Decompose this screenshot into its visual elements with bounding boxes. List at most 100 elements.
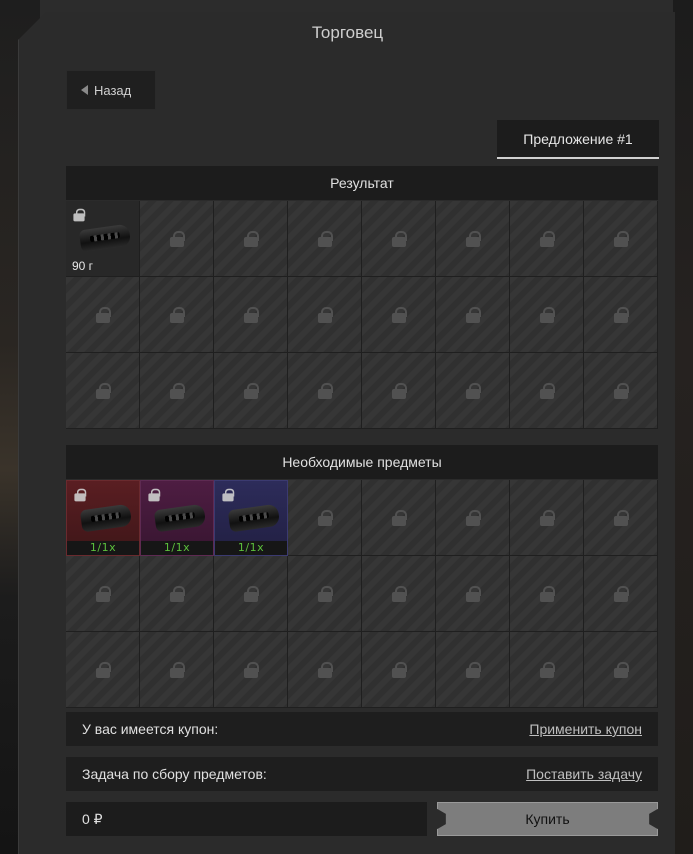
back-button[interactable]: Назад [66, 70, 156, 110]
lock-icon [95, 382, 111, 399]
lock-icon [465, 661, 481, 678]
lock-icon [465, 306, 481, 323]
required-item-slot[interactable]: 1/1x [214, 480, 288, 556]
empty-slot [214, 632, 288, 708]
empty-slot [362, 632, 436, 708]
empty-slot [140, 556, 214, 632]
muzzle-brake-icon [78, 223, 132, 253]
lock-icon [539, 230, 555, 247]
empty-slot [214, 353, 288, 429]
empty-slot [362, 353, 436, 429]
muzzle-brake-icon [227, 503, 281, 533]
lock-icon [243, 661, 259, 678]
lock-icon [539, 509, 555, 526]
item-count: 1/1x [67, 541, 139, 555]
empty-slot [436, 632, 510, 708]
empty-slot [584, 277, 658, 353]
empty-slot [140, 353, 214, 429]
empty-slot [66, 556, 140, 632]
task-label: Задача по сбору предметов: [82, 766, 267, 782]
lock-icon [169, 230, 185, 247]
background-right [673, 0, 693, 854]
lock-icon [613, 585, 629, 602]
result-item-slot[interactable]: 90 г [66, 201, 140, 277]
empty-slot [584, 556, 658, 632]
empty-slot [510, 277, 584, 353]
empty-slot [66, 632, 140, 708]
lock-icon [465, 509, 481, 526]
trader-window: Торговец Назад Предложение #1 Результат … [18, 12, 675, 854]
empty-slot [436, 353, 510, 429]
lock-icon [465, 382, 481, 399]
lock-icon [613, 382, 629, 399]
empty-slot [288, 556, 362, 632]
lock-icon [317, 661, 333, 678]
empty-slot [66, 353, 140, 429]
lock-icon [243, 230, 259, 247]
empty-slot [436, 201, 510, 277]
lock-icon [465, 230, 481, 247]
set-task-link[interactable]: Поставить задачу [526, 766, 642, 782]
lock-icon [169, 585, 185, 602]
empty-slot [510, 632, 584, 708]
lock-icon [391, 382, 407, 399]
lock-icon [539, 306, 555, 323]
item-count: 1/1x [215, 541, 287, 555]
empty-slot [362, 201, 436, 277]
item-count: 1/1x [141, 541, 213, 555]
empty-slot [66, 277, 140, 353]
required-item-slot[interactable]: 1/1x [140, 480, 214, 556]
total-price: 0 ₽ [66, 802, 427, 836]
empty-slot [140, 632, 214, 708]
empty-slot [584, 353, 658, 429]
result-grid: 90 г [66, 201, 658, 429]
lock-icon [539, 382, 555, 399]
muzzle-brake-icon [79, 503, 133, 533]
empty-slot [288, 201, 362, 277]
empty-slot [436, 277, 510, 353]
result-header: Результат [66, 166, 658, 200]
lock-icon [613, 306, 629, 323]
lock-icon [391, 585, 407, 602]
apply-coupon-link[interactable]: Применить купон [529, 721, 642, 737]
empty-slot [584, 480, 658, 556]
lock-icon [613, 230, 629, 247]
lock-icon [169, 382, 185, 399]
back-button-label: Назад [94, 82, 132, 98]
lock-icon [95, 661, 111, 678]
lock-icon [539, 585, 555, 602]
lock-icon [95, 585, 111, 602]
empty-slot [362, 556, 436, 632]
empty-slot [510, 201, 584, 277]
lock-icon [317, 585, 333, 602]
lock-icon [317, 509, 333, 526]
lock-icon [74, 488, 87, 502]
empty-slot [436, 480, 510, 556]
required-items-header: Необходимые предметы [66, 445, 658, 479]
lock-icon [391, 509, 407, 526]
empty-slot [140, 277, 214, 353]
lock-icon [317, 382, 333, 399]
window-title: Торговец [311, 23, 384, 42]
muzzle-brake-icon [153, 503, 207, 533]
lock-icon [148, 488, 161, 502]
buy-button[interactable]: Купить [437, 802, 658, 836]
required-items-grid: 1/1x 1/1x 1/1x [66, 480, 658, 708]
lock-icon [243, 306, 259, 323]
lock-icon [243, 585, 259, 602]
empty-slot [214, 556, 288, 632]
tab-offer-1[interactable]: Предложение #1 [497, 120, 659, 159]
lock-icon [243, 382, 259, 399]
required-item-slot[interactable]: 1/1x [66, 480, 140, 556]
coupon-label: У вас имеется купон: [82, 721, 219, 737]
empty-slot [288, 632, 362, 708]
empty-slot [362, 277, 436, 353]
empty-slot [288, 480, 362, 556]
lock-icon [465, 585, 481, 602]
lock-icon [613, 661, 629, 678]
empty-slot [362, 480, 436, 556]
lock-icon [391, 306, 407, 323]
empty-slot [584, 632, 658, 708]
lock-icon [539, 661, 555, 678]
empty-slot [140, 201, 214, 277]
